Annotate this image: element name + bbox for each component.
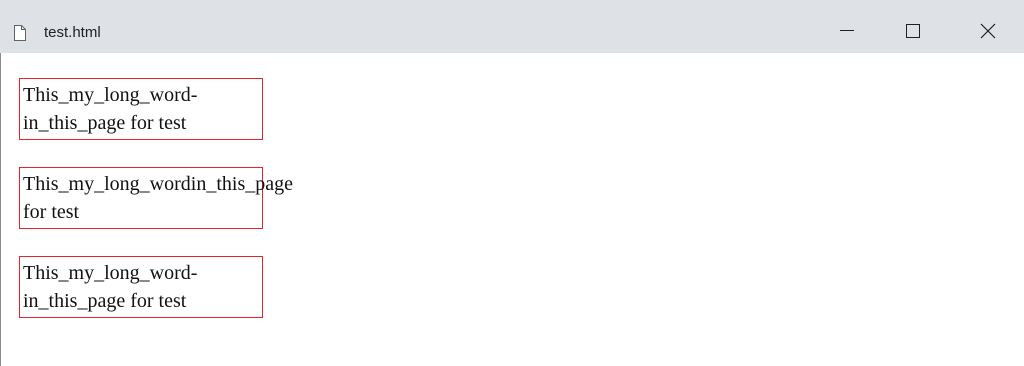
document-icon xyxy=(13,25,26,41)
window-title: test.html xyxy=(44,24,101,41)
text-line: This_my_long_wordin_this_page xyxy=(23,173,293,195)
text-line: This_my_long_word- xyxy=(23,262,198,284)
text-line: for test xyxy=(23,201,80,223)
maximize-button[interactable] xyxy=(890,8,936,53)
text-block-3: This_my_long_word- in_this_page for test xyxy=(23,259,197,315)
text-block-1: This_my_long_word- in_this_page for test xyxy=(23,81,197,137)
maximize-icon xyxy=(906,23,920,38)
title-bar[interactable]: test.html xyxy=(0,0,1024,53)
text-line: in_this_page for test xyxy=(23,290,187,312)
minimize-icon xyxy=(840,29,854,32)
text-line: in_this_page for test xyxy=(23,112,187,134)
close-button[interactable] xyxy=(965,8,1011,53)
text-line: This_my_long_word- xyxy=(23,84,198,106)
minimize-button[interactable] xyxy=(824,8,870,53)
page-content: This_my_long_word- in_this_page for test… xyxy=(0,53,1024,366)
close-icon xyxy=(980,23,996,39)
browser-window: test.html This_my_long_word- in_this_pag… xyxy=(0,0,1024,366)
text-block-2: This_my_long_wordin_this_page for test xyxy=(23,170,293,226)
